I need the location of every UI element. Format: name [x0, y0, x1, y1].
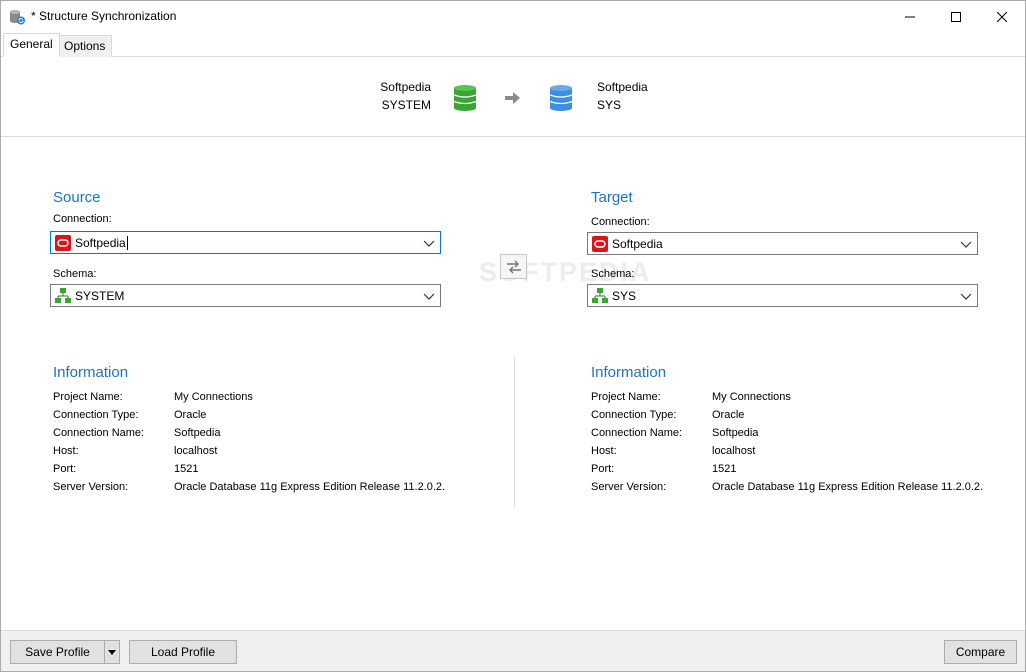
sync-header: Softpedia SYSTEM Softpedia SYS [1, 57, 1025, 137]
swap-arrows-icon [506, 260, 521, 273]
target-info-title: Information [591, 364, 667, 381]
target-info-value: 1521 [712, 463, 737, 475]
maximize-button[interactable] [933, 1, 979, 33]
tab-options[interactable]: Options [57, 35, 113, 57]
source-info-label: Connection Name: [53, 427, 145, 439]
target-info-value: My Connections [712, 391, 791, 403]
target-connection-select[interactable]: Softpedia [587, 232, 978, 255]
schema-tree-icon [55, 288, 71, 304]
text-cursor [127, 236, 128, 250]
database-green-icon [453, 85, 477, 114]
save-profile-button[interactable]: Save Profile [10, 640, 104, 664]
source-info-value: Oracle [174, 409, 207, 421]
source-info-value: Softpedia [174, 427, 221, 439]
chevron-down-icon[interactable] [422, 236, 436, 250]
swap-button[interactable] [500, 254, 527, 279]
target-info-label: Host: [591, 445, 617, 457]
oracle-icon [55, 235, 71, 251]
title-bar: * Structure Synchronization [1, 1, 1025, 33]
source-info-value: My Connections [174, 391, 253, 403]
source-info-label: Server Version: [53, 481, 129, 493]
source-info-label: Host: [53, 445, 79, 457]
source-info-label: Connection Type: [53, 409, 139, 421]
caret-down-icon [108, 650, 116, 655]
close-button[interactable] [979, 1, 1025, 33]
source-connection-value: Softpedia [75, 236, 126, 250]
save-profile-dropdown[interactable] [104, 640, 120, 664]
info-divider [514, 357, 515, 507]
schema-tree-icon [592, 288, 608, 304]
header-target-connection: Softpedia [597, 80, 648, 94]
target-schema-value: SYS [612, 289, 637, 303]
source-connection-label: Connection: [53, 213, 112, 225]
minimize-icon [905, 16, 915, 18]
database-sync-icon [9, 9, 25, 25]
target-info-label: Connection Name: [591, 427, 683, 439]
source-info-label: Port: [53, 463, 77, 475]
load-profile-button[interactable]: Load Profile [129, 640, 237, 664]
target-connection-value: Softpedia [612, 237, 663, 251]
source-schema-value: SYSTEM [75, 289, 125, 303]
chevron-down-icon[interactable] [959, 289, 973, 303]
chevron-down-icon[interactable] [422, 289, 436, 303]
tab-general[interactable]: General [3, 33, 60, 57]
header-source-connection: Softpedia [380, 80, 431, 94]
target-info-value: Softpedia [712, 427, 759, 439]
header-source-schema: SYSTEM [381, 98, 431, 112]
source-info-title: Information [53, 364, 129, 381]
target-schema-label: Schema: [591, 268, 635, 280]
header-target-schema: SYS [597, 98, 622, 112]
target-info-value: Oracle Database 11g Express Edition Rele… [712, 481, 984, 493]
database-blue-icon [549, 85, 573, 114]
source-info-label: Project Name: [53, 391, 123, 403]
close-icon [997, 12, 1007, 22]
source-connection-select[interactable]: Softpedia [50, 231, 441, 254]
header-target: Softpedia SYS [597, 78, 648, 114]
source-info-value: Oracle Database 11g Express Edition Rele… [174, 481, 446, 493]
target-connection-label: Connection: [591, 216, 650, 228]
arrow-right-icon [505, 91, 521, 108]
maximize-icon [951, 12, 961, 22]
footer-bar: Save Profile Load Profile Compare [1, 630, 1025, 671]
window-title: * Structure Synchronization [31, 9, 177, 23]
target-title: Target [591, 189, 633, 206]
target-schema-select[interactable]: SYS [587, 284, 978, 307]
tab-strip: General Options [1, 33, 1025, 57]
source-info-value: 1521 [174, 463, 199, 475]
source-info-value: localhost [174, 445, 218, 457]
target-info-value: Oracle [712, 409, 745, 421]
source-schema-select[interactable]: SYSTEM [50, 284, 441, 307]
target-info-label: Server Version: [591, 481, 667, 493]
structure-sync-window: * Structure Synchronization General Opti… [0, 0, 1026, 672]
target-info-label: Port: [591, 463, 615, 475]
chevron-down-icon[interactable] [959, 237, 973, 251]
target-info-label: Connection Type: [591, 409, 677, 421]
source-title: Source [53, 189, 101, 206]
header-source: Softpedia SYSTEM [380, 78, 431, 114]
target-info-label: Project Name: [591, 391, 661, 403]
oracle-icon [592, 236, 608, 252]
source-schema-label: Schema: [53, 268, 97, 280]
compare-button[interactable]: Compare [944, 640, 1017, 664]
minimize-button[interactable] [887, 1, 933, 33]
target-info-value: localhost [712, 445, 756, 457]
